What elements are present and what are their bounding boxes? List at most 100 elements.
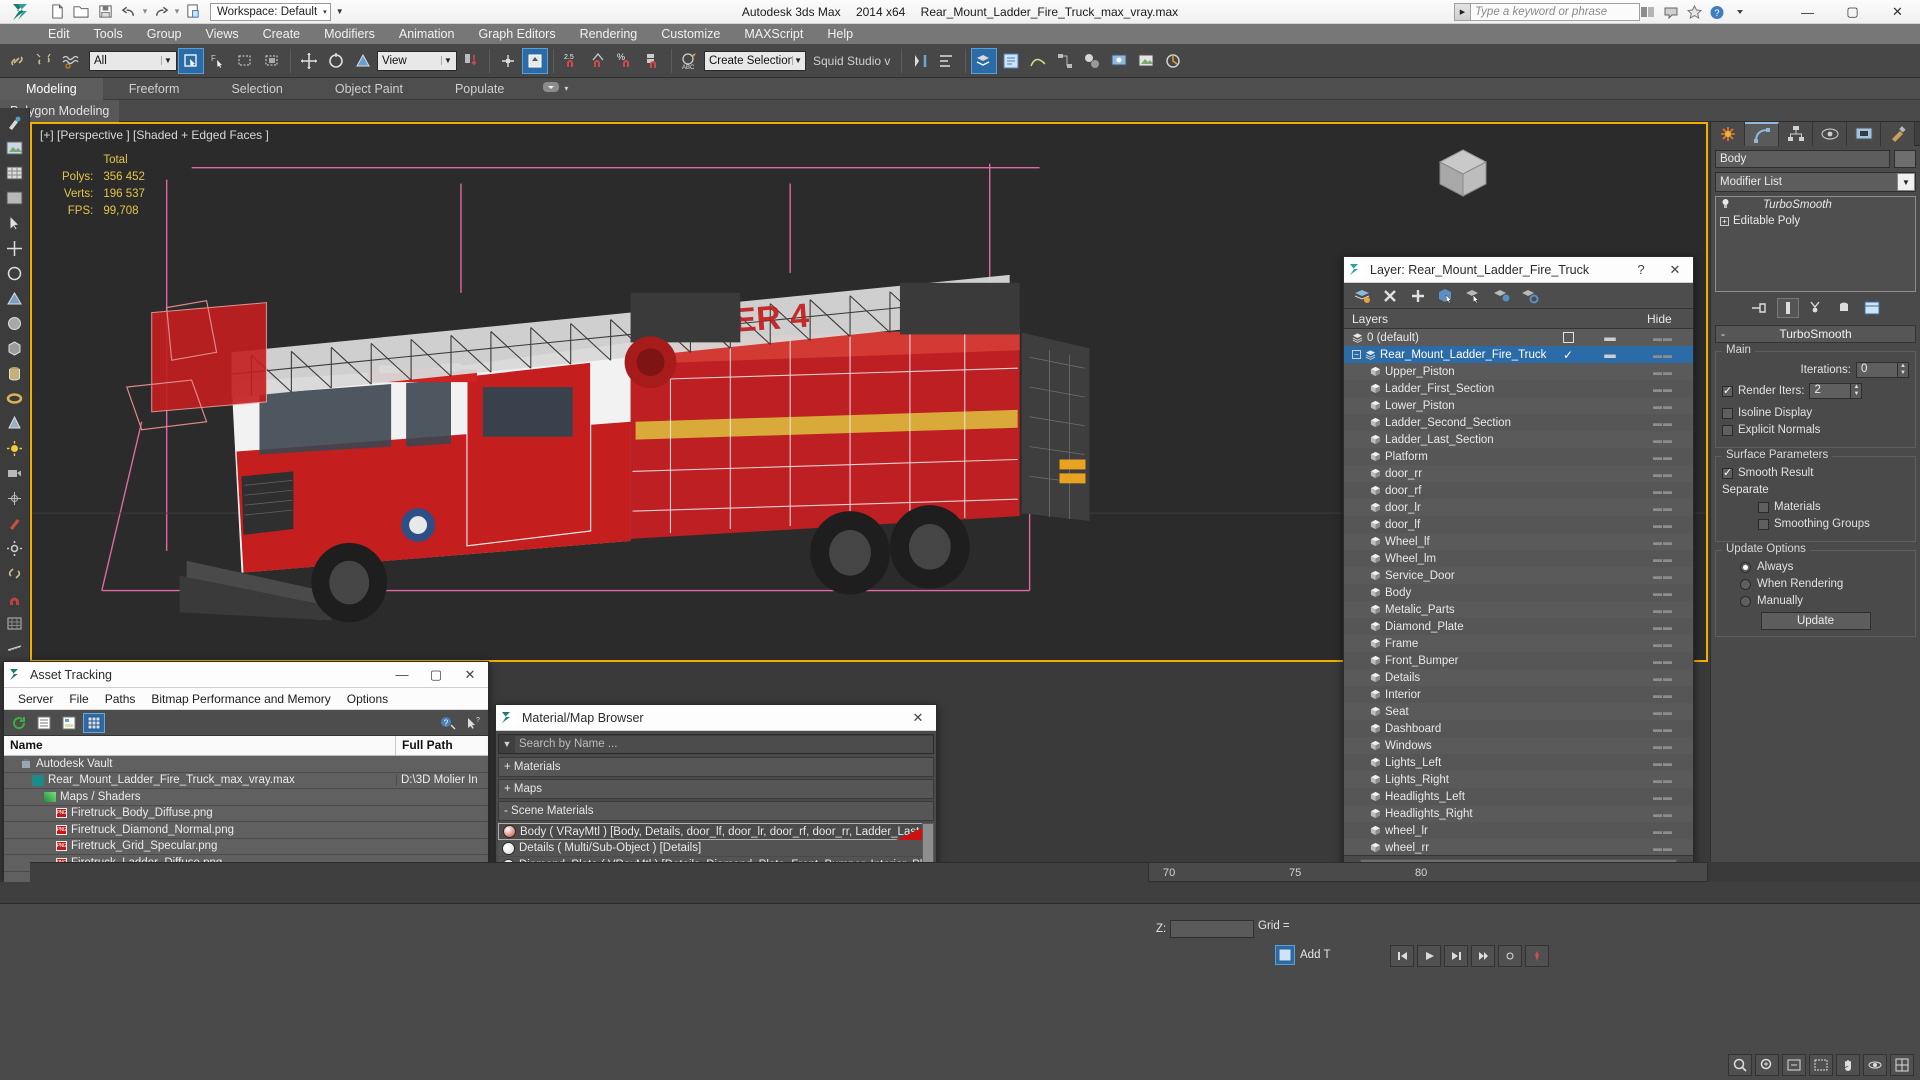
layer-name[interactable]: Lights_Left [1344,757,1549,769]
material-list-item[interactable]: Body ( VRayMtl ) [Body, Details, door_lf… [498,823,934,840]
asset-list-view-icon[interactable] [33,713,55,733]
reference-coordinate-combo[interactable]: View ▼ [377,50,457,71]
z-field[interactable] [1170,920,1255,938]
tool-helper-icon[interactable] [4,487,26,509]
render-production-icon[interactable] [1160,48,1186,74]
update-option-when-rendering[interactable]: When Rendering [1722,578,1909,590]
tool-light-icon[interactable] [4,437,26,459]
layer-row[interactable]: Seat ▬▬ [1344,703,1693,720]
smooth-result-checkbox[interactable] [1722,466,1733,479]
menu-item-graph-editors[interactable]: Graph Editors [466,24,567,44]
select-link-icon[interactable] [4,48,30,74]
select-and-move-icon[interactable] [296,48,322,74]
layer-hide-toggle[interactable]: ▬ [1587,332,1633,344]
unlink-icon[interactable] [31,48,57,74]
align-icon[interactable] [934,48,960,74]
time-ruler[interactable]: 70 75 80 [1148,862,1708,882]
asset-maximize-button[interactable]: ▢ [422,663,450,687]
iterations-spinner[interactable]: 0 ▲ ▼ [1856,362,1909,378]
menu-item-edit[interactable]: Edit [36,24,82,44]
save-file-icon[interactable] [94,2,116,22]
layer-expand-icon[interactable]: − [1352,350,1361,359]
menu-item-modifiers[interactable]: Modifiers [312,24,387,44]
layer-name[interactable]: door_rr [1344,468,1549,480]
layer-visibility-checkbox[interactable] [1549,332,1587,343]
object-name-field[interactable]: Body [1715,150,1890,168]
asset-close-button[interactable]: ✕ [456,663,484,687]
ribbon-tab-modeling[interactable]: Modeling [0,77,103,100]
ribbon-tab-populate[interactable]: Populate [429,78,530,100]
nav-zoom-all-icon[interactable] [1755,1054,1779,1076]
layer-row[interactable]: Lower_Piston ▬▬ [1344,397,1693,414]
update-option-always[interactable]: Always [1722,561,1909,573]
ribbon-overflow-icon[interactable] [542,81,560,96]
schematic-view-icon[interactable] [1052,48,1078,74]
configure-modifier-sets-icon[interactable] [1861,298,1883,318]
app-logo-icon[interactable] [0,0,44,24]
open-file-icon[interactable] [70,2,92,22]
tool-measure-icon[interactable] [4,637,26,659]
workspace-selector[interactable]: Workspace: Default ▾ [210,2,331,21]
asset-tree-view-icon[interactable] [58,713,80,733]
add-to-layer-icon[interactable] [1492,286,1512,306]
asset-name-cell[interactable]: Maps / Shaders [4,791,396,803]
spinner-snap-icon[interactable] [640,48,666,74]
menu-item-views[interactable]: Views [193,24,250,44]
layer-row[interactable]: Lights_Left ▬▬ [1344,754,1693,771]
ribbon-tab-object-paint[interactable]: Object Paint [309,78,429,100]
layer-manager-icon[interactable] [971,47,998,74]
select-highlighted-layer-icon[interactable] [1464,286,1484,306]
percent-snap-icon[interactable]: % [613,48,639,74]
layer-name[interactable]: door_rf [1344,485,1549,497]
layer-row[interactable]: Lights_Right ▬▬ [1344,771,1693,788]
layer-name[interactable]: Upper_Piston [1344,366,1549,378]
material-search-input[interactable]: Search by Name ... [515,735,933,753]
layer-name[interactable]: Seat [1344,706,1549,718]
viewcube-icon[interactable] [1420,136,1506,209]
remove-modifier-icon[interactable] [1833,298,1855,318]
modifier-stack[interactable]: TurboSmooth + Editable Poly [1715,196,1916,292]
isoline-display-checkbox[interactable] [1722,407,1733,419]
layer-window-titlebar[interactable]: Layer: Rear_Mount_Ladder_Fire_Truck ? ✕ [1344,257,1693,283]
layer-row[interactable]: Wheel_lm ▬▬ [1344,550,1693,567]
tool-cone-icon[interactable] [4,412,26,434]
asset-name-cell[interactable]: PNG Firetruck_Grid_Specular.png [4,840,396,852]
layer-row[interactable]: Interior ▬▬ [1344,686,1693,703]
material-group-maps[interactable]: + Maps [498,779,934,799]
render-frame-window-icon[interactable] [1133,48,1159,74]
layer-properties-icon[interactable] [1520,286,1540,306]
layer-name[interactable]: door_lr [1344,502,1549,514]
project-folder-icon[interactable] [182,2,204,22]
layer-hide-toggle[interactable]: ▬ [1587,349,1633,361]
modifier-list-caret-icon[interactable]: ▼ [1897,173,1915,191]
help-icon[interactable]: ? [1707,2,1727,22]
tab-modify[interactable] [1745,122,1779,146]
track-bar[interactable] [0,882,1920,904]
layer-row[interactable]: Upper_Piston ▬▬ [1344,363,1693,380]
update-option-manually[interactable]: Manually [1722,595,1909,607]
asset-menu-server[interactable]: Server [10,692,61,706]
material-filter-icon[interactable]: ▼ [499,739,515,749]
asset-refresh-icon[interactable] [8,713,30,733]
tool-scale-icon[interactable] [4,287,26,309]
layer-name[interactable]: Wheel_lm [1344,553,1549,565]
iterations-value[interactable]: 0 [1856,362,1898,378]
tool-cylinder-icon[interactable] [4,362,26,384]
tool-table-icon[interactable] [4,162,26,184]
layer-name[interactable]: Windows [1344,740,1549,752]
material-group-materials[interactable]: + Materials [498,757,934,777]
layer-name[interactable]: Front_Bumper [1344,655,1549,667]
layer-name[interactable]: wheel_lr [1344,825,1549,837]
layer-name[interactable]: Platform [1344,451,1549,463]
menu-item-customize[interactable]: Customize [649,24,732,44]
tool-grid-snap-icon[interactable] [4,612,26,634]
layer-name[interactable]: Headlights_Right [1344,808,1549,820]
asset-menu-paths[interactable]: Paths [97,692,144,706]
tool-grid-icon[interactable] [4,187,26,209]
layer-row[interactable]: Headlights_Left ▬▬ [1344,788,1693,805]
search-input[interactable]: Type a keyword or phrase [1470,3,1640,21]
tool-link-icon[interactable] [4,562,26,584]
asset-table-row[interactable]: PNG Firetruck_Diamond_Normal.png [4,822,488,839]
layer-name[interactable]: Lower_Piston [1344,400,1549,412]
render-iters-spinner[interactable]: 2 ▲ ▼ [1809,383,1863,399]
